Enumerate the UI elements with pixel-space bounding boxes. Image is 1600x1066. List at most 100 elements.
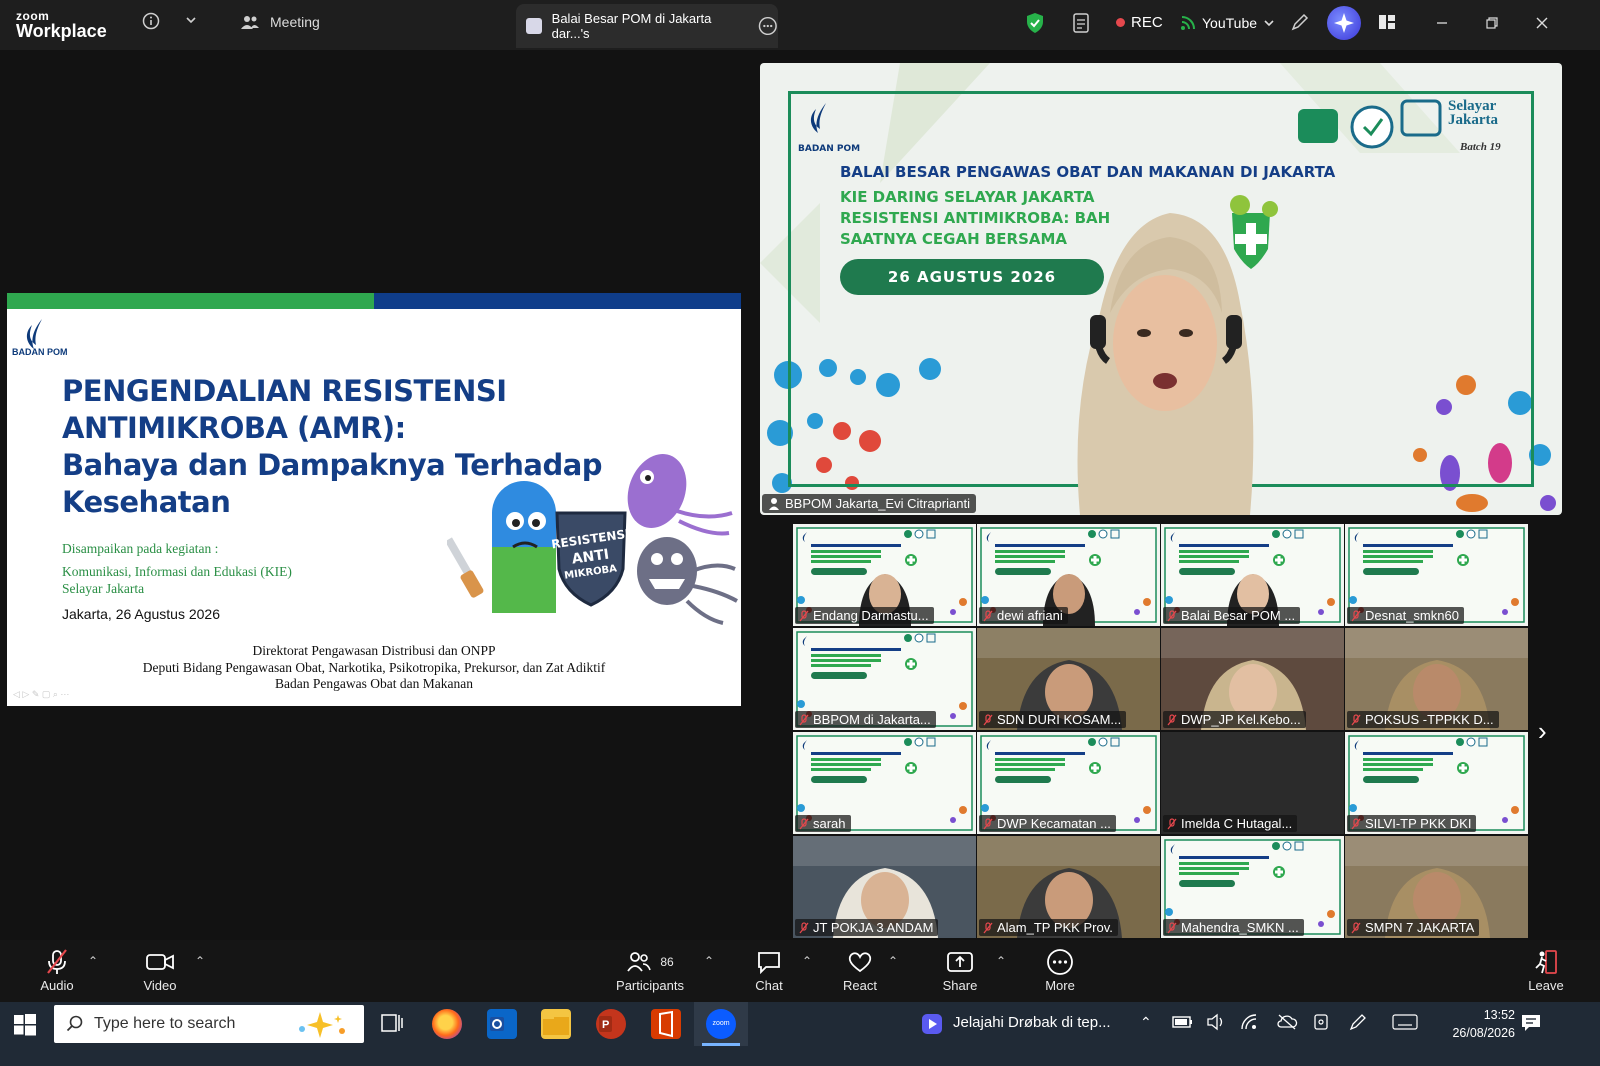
audio-options-caret-icon[interactable]: ⌃	[88, 954, 98, 968]
microphone-muted-icon	[983, 609, 993, 621]
participant-name-label: SMPN 7 JAKARTA	[1347, 919, 1480, 936]
leave-label: Leave	[1528, 978, 1564, 993]
selayar-text-2: Jakarta	[1448, 112, 1498, 128]
windows-start-icon[interactable]	[14, 1014, 36, 1041]
participant-name-label: Imelda C Hutagal...	[1163, 815, 1298, 832]
news-widget-text[interactable]: Jelajahi Drøbak di tep...	[953, 1014, 1111, 1031]
participant-tile[interactable]: sarah	[793, 732, 976, 834]
share-options-caret-icon[interactable]: ⌃	[996, 954, 1006, 968]
news-widget-icon[interactable]	[921, 1013, 943, 1040]
gallery-next-page-chevron-icon[interactable]: ›	[1538, 716, 1547, 747]
view-layout-icon[interactable]	[1376, 12, 1398, 34]
chat-label: Chat	[755, 978, 783, 993]
restore-button[interactable]	[1480, 12, 1504, 36]
participants-options-caret-icon[interactable]: ⌃	[704, 954, 714, 968]
more-button[interactable]: More	[1040, 946, 1080, 993]
more-options-icon[interactable]	[758, 16, 778, 36]
slide-date: Jakarta, 26 Agustus 2026	[62, 606, 220, 622]
chevron-down-icon[interactable]	[180, 12, 202, 34]
chat-button[interactable]: Chat	[752, 946, 786, 993]
pin-icon	[769, 497, 779, 510]
volume-icon[interactable]	[1206, 1013, 1226, 1036]
shared-slide[interactable]: BADAN POM PENGENDALIAN RESISTENSI ANTIMI…	[7, 293, 741, 706]
slide-event-line2: Selayar Jakarta	[62, 581, 145, 596]
taskbar-search-box[interactable]: Type here to search	[54, 1005, 364, 1043]
minimize-button[interactable]	[1430, 12, 1454, 36]
participant-tile[interactable]: SDN DURI KOSAM...	[977, 628, 1160, 730]
participants-button[interactable]: 86 Participants	[612, 946, 688, 993]
participant-tile[interactable]: Endang Darmastu...	[793, 524, 976, 626]
slide-controls-icon[interactable]: ◁ ▷ ✎ ▢ ⌕ ⋯	[13, 689, 69, 700]
react-button[interactable]: React	[840, 946, 880, 993]
microphone-muted-icon	[47, 949, 67, 974]
participant-tile[interactable]: BBPOM di Jakarta...	[793, 628, 976, 730]
task-view-icon[interactable]	[380, 1012, 404, 1039]
react-options-caret-icon[interactable]: ⌃	[888, 954, 898, 968]
title-bar: zoom Workplace Meeting Balai Besar POM d…	[0, 0, 1600, 50]
wifi-icon[interactable]	[1240, 1013, 1262, 1036]
sparkle-icon	[299, 1012, 345, 1038]
participant-tile[interactable]: SILVI-TP PKK DKI	[1345, 732, 1528, 834]
participant-name: DWP_JP Kel.Kebo...	[1181, 712, 1301, 727]
participant-name-label: BBPOM di Jakarta...	[795, 711, 936, 728]
touch-keyboard-icon[interactable]	[1392, 1014, 1418, 1035]
participant-tile[interactable]: Mahendra_SMKN ...	[1161, 836, 1344, 938]
window-favicon-icon	[526, 18, 542, 34]
meet-now-icon[interactable]	[1312, 1013, 1332, 1036]
microphone-muted-icon	[799, 817, 809, 829]
pen-menu-icon[interactable]	[1348, 1013, 1368, 1036]
participant-tile[interactable]: dewi afriani	[977, 524, 1160, 626]
audio-button[interactable]: Audio	[36, 946, 78, 993]
ai-companion-icon[interactable]	[1327, 6, 1361, 40]
recording-indicator[interactable]: REC	[1116, 14, 1163, 31]
firefox-icon[interactable]	[432, 1009, 462, 1039]
video-button[interactable]: Video	[138, 946, 182, 993]
amr-mascot-illustration: RESISTENSI ANTI MIKROBA	[447, 454, 738, 625]
svg-text:P: P	[602, 1019, 609, 1031]
participant-tile[interactable]: Balai Besar POM ...	[1161, 524, 1344, 626]
encryption-shield-icon[interactable]	[1024, 12, 1046, 34]
annotate-pen-icon[interactable]	[1289, 12, 1311, 34]
shared-screen-tab[interactable]: Balai Besar POM di Jakarta dar...'s	[516, 4, 778, 48]
participant-tile[interactable]: POKSUS -TPPKK D...	[1345, 628, 1528, 730]
participant-name: JT POKJA 3 ANDAM	[813, 920, 934, 935]
search-icon	[66, 1015, 83, 1032]
onedrive-off-icon[interactable]	[1276, 1013, 1298, 1036]
file-explorer-icon[interactable]	[541, 1009, 571, 1039]
participant-tile[interactable]: DWP_JP Kel.Kebo...	[1161, 628, 1344, 730]
leave-button[interactable]: Leave	[1526, 946, 1566, 993]
info-icon[interactable]	[140, 12, 162, 34]
participant-tile[interactable]: Desnat_smkn60	[1345, 524, 1528, 626]
participant-tile[interactable]: SMPN 7 JAKARTA	[1345, 836, 1528, 938]
participant-name-label: Mahendra_SMKN ...	[1163, 919, 1304, 936]
notes-icon[interactable]	[1070, 12, 1092, 34]
recording-label: REC	[1131, 14, 1163, 31]
participant-tile[interactable]: JT POKJA 3 ANDAM	[793, 836, 976, 938]
active-speaker-video[interactable]: BADAN POM BALAI BESAR PENGAWAS OBAT DAN …	[760, 63, 1562, 515]
meeting-tab[interactable]: Meeting	[240, 14, 320, 30]
microphone-muted-icon	[983, 713, 993, 725]
share-button[interactable]: Share	[940, 946, 980, 993]
participant-tile[interactable]: DWP Kecamatan ...	[977, 732, 1160, 834]
outlook-icon[interactable]	[487, 1009, 517, 1039]
close-button[interactable]	[1530, 12, 1554, 36]
chat-options-caret-icon[interactable]: ⌃	[802, 954, 812, 968]
participant-tile[interactable]: Alam_TP PKK Prov.	[977, 836, 1160, 938]
slide-event-line1: Komunikasi, Informasi dan Edukasi (KIE)	[62, 564, 292, 579]
powerpoint-icon[interactable]: P	[596, 1009, 626, 1039]
brand-big: Workplace	[16, 21, 107, 41]
heart-icon	[848, 952, 872, 973]
participant-tile[interactable]: Imelda C Hutagal...	[1161, 732, 1344, 834]
battery-icon[interactable]	[1172, 1014, 1194, 1035]
slide-header-bar-blue	[374, 293, 741, 309]
system-clock[interactable]: 13:52 26/08/2026	[1435, 1006, 1515, 1042]
meeting-tab-label: Meeting	[270, 14, 320, 30]
microphone-muted-icon	[799, 921, 809, 933]
office-icon[interactable]	[651, 1009, 681, 1039]
zoom-taskbar-item[interactable]: zoom	[694, 1002, 748, 1046]
livestream-indicator[interactable]: YouTube	[1180, 15, 1275, 31]
video-options-caret-icon[interactable]: ⌃	[195, 954, 205, 968]
slide-footer-line2: Deputi Bidang Pengawasan Obat, Narkotika…	[142, 659, 606, 675]
notifications-icon[interactable]	[1520, 1012, 1542, 1039]
hidden-icons-chevron-icon[interactable]: ⌃	[1140, 1014, 1152, 1031]
